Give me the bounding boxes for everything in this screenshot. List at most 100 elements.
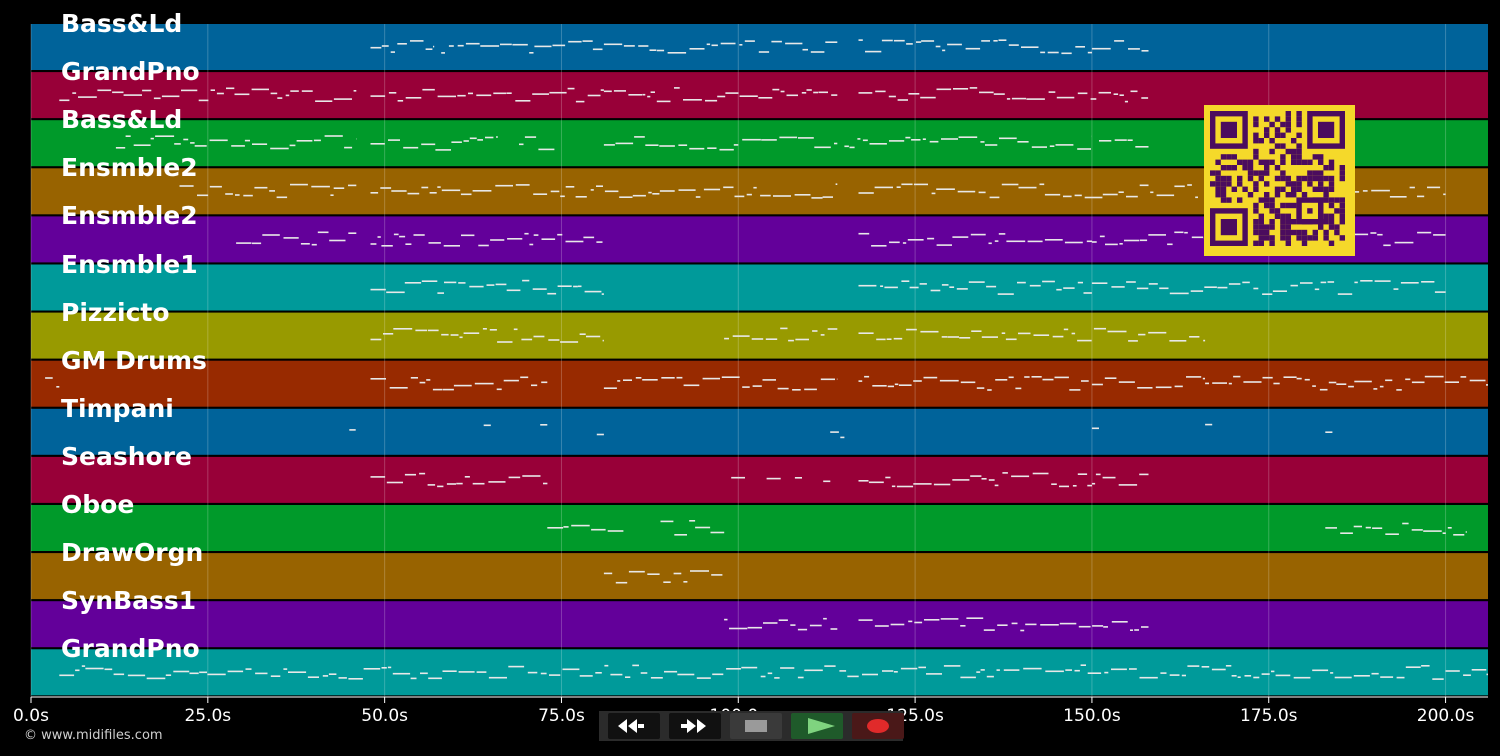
note: [216, 92, 224, 95]
note: [811, 197, 823, 199]
note: [656, 49, 665, 52]
note: [448, 45, 454, 47]
note: [388, 92, 397, 94]
note: [1442, 532, 1446, 534]
note: [924, 619, 940, 621]
note: [450, 334, 459, 336]
note: [993, 40, 998, 42]
time-tick-label: 175.0s: [1239, 706, 1298, 726]
note: [480, 45, 500, 47]
note: [540, 424, 548, 426]
note: [348, 678, 363, 680]
stop-button[interactable]: [730, 713, 782, 739]
note: [720, 42, 736, 45]
note: [971, 330, 982, 332]
note: [742, 386, 750, 388]
note: [496, 136, 498, 138]
note: [235, 194, 240, 196]
note: [650, 91, 655, 93]
note: [966, 617, 984, 619]
note: [1156, 194, 1175, 197]
note: [632, 664, 639, 667]
note: [451, 141, 462, 143]
note: [333, 98, 352, 100]
fast-forward-button[interactable]: [669, 713, 721, 739]
note: [1374, 280, 1391, 282]
note: [1174, 185, 1185, 188]
note: [931, 192, 936, 195]
note: [496, 388, 502, 391]
note: [907, 239, 924, 241]
note: [1275, 674, 1291, 677]
note: [1202, 377, 1205, 380]
note: [381, 45, 389, 47]
note: [161, 95, 180, 98]
note: [908, 93, 920, 95]
note: [997, 624, 1008, 626]
note: [363, 668, 381, 670]
note: [897, 99, 908, 101]
note: [896, 186, 901, 188]
play-icon: [808, 718, 835, 734]
note: [381, 667, 387, 669]
time-tick-label: 0.0s: [13, 706, 49, 726]
note: [1029, 284, 1041, 287]
note: [906, 328, 917, 331]
note: [779, 136, 798, 139]
note: [173, 670, 190, 673]
note: [862, 673, 878, 676]
note: [251, 88, 269, 91]
note: [719, 148, 734, 151]
note: [199, 671, 207, 674]
note: [1130, 629, 1133, 631]
play-button[interactable]: [791, 713, 843, 739]
note: [1211, 668, 1226, 671]
record-button[interactable]: [852, 713, 904, 739]
note: [1111, 668, 1127, 671]
note: [753, 186, 757, 189]
note: [1385, 533, 1399, 535]
note: [515, 100, 531, 102]
note: [844, 145, 849, 148]
note: [1077, 339, 1092, 342]
note: [1148, 331, 1167, 334]
note: [59, 99, 70, 102]
note: [1184, 231, 1188, 234]
note: [1081, 380, 1089, 382]
note: [734, 195, 745, 198]
note: [604, 190, 619, 193]
note: [1104, 671, 1109, 674]
note: [894, 383, 899, 386]
note: [797, 676, 804, 679]
track-label: Ensmble2: [61, 153, 198, 183]
note: [1027, 240, 1043, 243]
note: [508, 476, 521, 479]
note: [503, 379, 519, 382]
note: [1104, 377, 1117, 379]
note: [421, 143, 436, 146]
note: [197, 194, 209, 197]
note: [1127, 139, 1133, 141]
note: [488, 481, 506, 483]
note: [823, 617, 827, 620]
note: [913, 380, 922, 382]
note: [1090, 98, 1097, 100]
note: [285, 94, 290, 97]
note: [1047, 51, 1059, 54]
note: [678, 144, 688, 146]
note: [901, 183, 913, 186]
rewind-button[interactable]: [608, 713, 660, 739]
note: [869, 143, 887, 145]
note: [1293, 676, 1311, 679]
note: [868, 481, 884, 484]
note: [650, 677, 663, 679]
note: [1190, 290, 1204, 292]
note: [78, 96, 97, 98]
note: [1003, 669, 1020, 671]
note: [227, 670, 244, 673]
note: [864, 375, 870, 378]
note: [1453, 534, 1465, 536]
note: [476, 671, 487, 673]
note: [1091, 282, 1108, 284]
note: [858, 332, 874, 334]
